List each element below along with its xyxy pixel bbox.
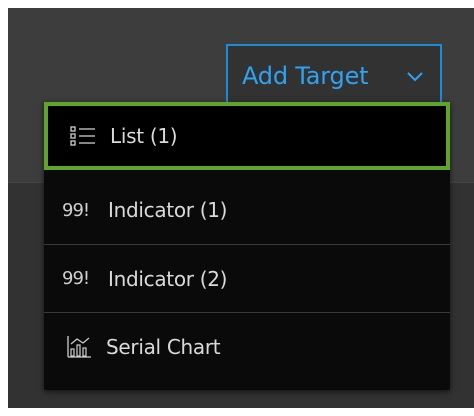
add-target-menu: List (1) 99! Indicator (1) 99! Indicator… — [44, 102, 450, 390]
menu-item-label: Indicator (2) — [108, 266, 228, 291]
indicator-icon: 99! — [62, 268, 90, 289]
menu-item-indicator-1[interactable]: 99! Indicator (1) — [44, 176, 450, 244]
menu-item-label: Serial Chart — [106, 334, 221, 359]
menu-item-label: List (1) — [110, 124, 178, 148]
list-icon — [66, 122, 100, 150]
add-target-dropdown-button[interactable]: Add Target — [226, 44, 442, 107]
menu-item-label: Indicator (1) — [108, 198, 228, 222]
widget-panel: Add Target List (1) 99! Indicator (1) 99… — [8, 8, 474, 408]
add-target-label: Add Target — [242, 61, 369, 90]
menu-item-indicator-2[interactable]: 99! Indicator (2) — [44, 244, 450, 312]
menu-item-serial-chart[interactable]: Serial Chart — [44, 312, 450, 380]
indicator-icon: 99! — [62, 199, 90, 221]
serial-chart-icon — [62, 333, 96, 361]
chevron-down-icon — [407, 72, 423, 82]
menu-item-list[interactable]: List (1) — [44, 102, 450, 170]
